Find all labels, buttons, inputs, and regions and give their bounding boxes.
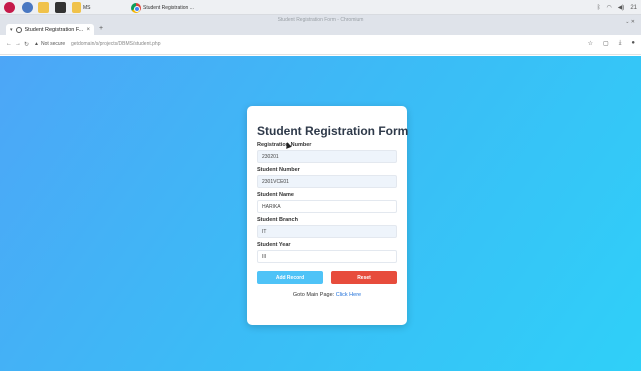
download-icon[interactable]: ⤓: [619, 40, 622, 47]
security-warning[interactable]: ▲ Not secure: [34, 41, 65, 47]
new-tab-button[interactable]: +: [99, 25, 103, 32]
student-year-label: Student Year: [257, 242, 291, 248]
window-controls-icon[interactable]: ⌄ ✕: [625, 19, 635, 25]
registration-number-input[interactable]: 230201: [257, 150, 397, 163]
student-branch-input[interactable]: IT: [257, 225, 397, 238]
tab-label: Student Registration F...: [24, 26, 84, 33]
system-tray: ᛒ ◠ ◀) 21: [597, 2, 637, 13]
page-background: Student Registration Form Registration N…: [0, 56, 641, 371]
reset-button[interactable]: Reset: [331, 271, 397, 284]
browser-launcher-icon[interactable]: [22, 2, 33, 13]
student-number-label: Student Number: [257, 167, 300, 173]
student-number-input[interactable]: 2301VCE01: [257, 175, 397, 188]
taskbar-folder-label[interactable]: MS: [83, 2, 91, 13]
tab-close-icon[interactable]: ×: [86, 27, 90, 33]
bluetooth-icon[interactable]: ᛒ: [597, 5, 601, 11]
tab-list-chevron-icon[interactable]: ▾: [10, 27, 13, 33]
star-icon[interactable]: ☆: [588, 40, 593, 47]
profile-icon[interactable]: ●: [631, 40, 635, 47]
globe-icon: [15, 26, 22, 33]
goto-text: Goto Main Page:: [292, 292, 335, 298]
student-branch-label: Student Branch: [257, 217, 298, 223]
raspberry-menu-icon[interactable]: [4, 2, 15, 13]
add-record-button[interactable]: Add Record: [257, 271, 323, 284]
terminal-icon[interactable]: [55, 2, 66, 13]
window-title: Student Registration Form - Chromium: [277, 17, 364, 23]
click-here-link[interactable]: Click Here: [336, 292, 361, 298]
browser-tab[interactable]: ▾ Student Registration F... ×: [6, 24, 94, 35]
os-taskbar: MS Student Registration ... ᛒ ◠ ◀) 21: [0, 0, 641, 15]
file-manager-icon[interactable]: [38, 2, 49, 13]
ms-folder-icon[interactable]: [72, 2, 81, 13]
warning-icon: ▲: [34, 41, 39, 47]
clock[interactable]: 21: [630, 5, 637, 11]
registration-form-card: Student Registration Form Registration N…: [247, 106, 409, 325]
taskbar-window-button[interactable]: Student Registration ...: [131, 1, 196, 14]
reload-icon[interactable]: ↻: [24, 41, 29, 48]
goto-main-page: Goto Main Page: Click Here: [257, 292, 397, 298]
wifi-icon[interactable]: ◠: [606, 4, 611, 11]
registration-number-label: Registration Number: [257, 142, 312, 148]
student-name-input[interactable]: HARIKA: [257, 200, 397, 213]
address-bar: ← → ↻ ▲ Not secure getdomain/s/projects/…: [0, 35, 641, 55]
back-arrow-icon[interactable]: ←: [6, 41, 12, 47]
volume-icon[interactable]: ◀): [618, 4, 625, 11]
chromium-icon: [131, 2, 141, 13]
url-field[interactable]: getdomain/s/projects/DBMS/student.php: [71, 41, 161, 47]
form-buttons: Add Record Reset: [257, 271, 397, 284]
form-title: Student Registration Form: [257, 124, 409, 138]
extensions-icon[interactable]: ▢: [603, 40, 609, 47]
toolbar-actions: ☆ ▢ ⤓ ●: [588, 40, 635, 47]
student-year-input[interactable]: III: [257, 250, 397, 263]
student-name-label: Student Name: [257, 192, 294, 198]
forward-arrow-icon[interactable]: →: [15, 41, 21, 47]
